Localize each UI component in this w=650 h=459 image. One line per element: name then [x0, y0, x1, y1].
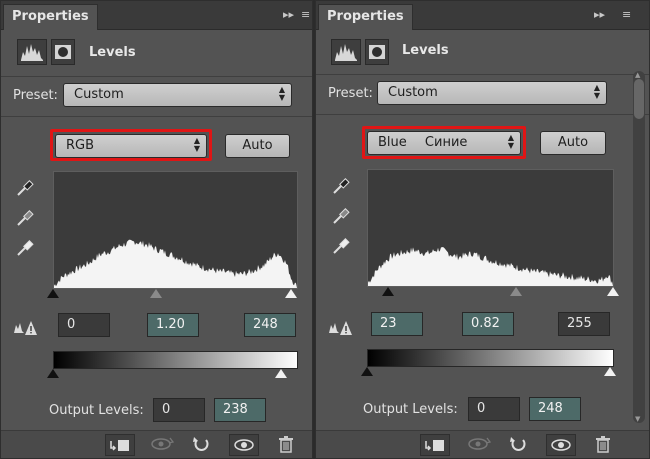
panel-footer — [316, 430, 649, 458]
clipping-warning-icon[interactable] — [13, 319, 37, 337]
channel-value: RGB — [66, 138, 95, 153]
input-levels-slider[interactable] — [47, 289, 305, 299]
adjustment-title: Levels — [402, 43, 449, 58]
divider — [316, 114, 649, 115]
black-point-handle[interactable] — [47, 289, 59, 298]
output-black-field[interactable]: 0 — [468, 397, 520, 421]
preset-value: Custom — [388, 85, 438, 100]
clip-to-layer-icon[interactable] — [105, 434, 135, 456]
output-levels-label: Output Levels: — [363, 402, 458, 417]
panel-tabbar: Properties ▸▸ ≡ — [1, 1, 312, 30]
toggle-visibility-icon[interactable] — [546, 434, 576, 456]
black-eyedropper-icon[interactable] — [16, 179, 34, 197]
clip-to-layer-icon[interactable] — [420, 434, 450, 456]
preset-label: Preset: — [328, 86, 373, 101]
scroll-thumb[interactable] — [634, 79, 644, 119]
output-levels-slider[interactable] — [47, 369, 305, 379]
preset-dropdown[interactable]: Custom ▲ ▼ — [63, 83, 292, 107]
panel-menu-icon[interactable]: ≡ — [622, 8, 631, 22]
reset-adjustment-icon[interactable] — [187, 434, 217, 456]
output-white-field[interactable]: 248 — [529, 397, 581, 421]
scroll-down-icon[interactable]: ▼ — [635, 415, 640, 423]
gray-eyedropper-icon[interactable] — [16, 209, 34, 227]
white-eyedropper-icon[interactable] — [332, 237, 350, 255]
output-black-field[interactable]: 0 — [153, 398, 205, 422]
updown-arrow-icon: ▲ ▼ — [193, 136, 200, 153]
trash-icon[interactable] — [271, 434, 301, 456]
reset-adjustment-icon[interactable] — [504, 434, 534, 456]
gamma-handle[interactable] — [150, 289, 162, 298]
histogram-graph — [54, 239, 297, 288]
panel-footer — [1, 430, 312, 458]
auto-button[interactable]: Auto — [540, 131, 606, 155]
preset-dropdown[interactable]: Custom ▲ ▼ — [377, 81, 607, 105]
input-black-field[interactable]: 23 — [371, 312, 423, 336]
preset-label: Preset: — [13, 88, 58, 103]
output-levels-slider[interactable] — [361, 367, 621, 377]
view-previous-state-icon[interactable] — [147, 434, 177, 456]
layer-mask-icon[interactable] — [365, 39, 389, 65]
preset-value: Custom — [74, 87, 124, 102]
tab-properties[interactable]: Properties — [3, 4, 98, 30]
input-white-field[interactable]: 255 — [558, 312, 610, 336]
divider — [316, 74, 649, 75]
divider — [1, 116, 312, 117]
updown-arrow-icon: ▲ ▼ — [593, 83, 600, 100]
input-white-field[interactable]: 248 — [244, 313, 296, 337]
panel-tabbar: Properties ▸▸ ≡ — [316, 1, 649, 30]
white-point-handle[interactable] — [607, 287, 619, 296]
input-gamma-field[interactable]: 1.20 — [147, 313, 199, 337]
gamma-handle[interactable] — [510, 287, 522, 296]
channel-value: Blue — [378, 135, 407, 150]
panel-menu-icon[interactable]: ≡ — [301, 8, 310, 22]
histogram-graph — [368, 247, 613, 286]
trash-icon[interactable] — [588, 434, 618, 456]
layer-mask-icon[interactable] — [51, 39, 75, 65]
output-levels-label: Output Levels: — [49, 403, 144, 418]
gray-eyedropper-icon[interactable] — [332, 207, 350, 225]
properties-panel-left: Properties ▸▸ ≡ Levels Preset: Custom ▲ ▼… — [0, 0, 313, 459]
input-black-field[interactable]: 0 — [58, 313, 110, 337]
panel-scrollbar[interactable]: ▲ ▼ — [633, 71, 645, 423]
black-eyedropper-icon[interactable] — [332, 177, 350, 195]
divider — [1, 76, 312, 77]
tab-properties[interactable]: Properties — [318, 4, 413, 30]
white-point-handle[interactable] — [285, 289, 297, 298]
scroll-up-icon[interactable]: ▲ — [635, 71, 640, 79]
histogram — [53, 171, 298, 289]
view-previous-state-icon[interactable] — [464, 434, 494, 456]
black-point-handle[interactable] — [382, 287, 394, 296]
channel-dropdown[interactable]: Blue Синие ▲ ▼ — [367, 131, 521, 155]
levels-adjustment-icon — [17, 39, 47, 65]
collapse-icon[interactable]: ▸▸ — [283, 8, 294, 22]
channel-dropdown[interactable]: RGB ▲ ▼ — [55, 134, 207, 158]
updown-arrow-icon: ▲ ▼ — [507, 133, 514, 150]
output-gradient-bar — [367, 349, 614, 367]
output-white-field[interactable]: 238 — [214, 398, 266, 422]
output-white-handle[interactable] — [604, 367, 616, 376]
toggle-visibility-icon[interactable] — [229, 434, 259, 456]
auto-button[interactable]: Auto — [225, 134, 290, 158]
input-levels-slider[interactable] — [382, 287, 634, 297]
output-white-handle[interactable] — [275, 369, 287, 378]
collapse-icon[interactable]: ▸▸ — [594, 8, 605, 22]
output-black-handle[interactable] — [361, 367, 373, 376]
output-black-handle[interactable] — [47, 369, 59, 378]
levels-adjustment-icon — [331, 39, 361, 65]
adjustment-title: Levels — [89, 45, 136, 60]
channel-annotation: Синие — [424, 135, 468, 150]
output-gradient-bar — [53, 351, 298, 369]
clipping-warning-icon[interactable] — [328, 319, 352, 337]
input-gamma-field[interactable]: 0.82 — [462, 312, 514, 336]
properties-panel-right: Properties ▸▸ ≡ Levels Preset: Custom ▲ ▼… — [315, 0, 650, 459]
white-eyedropper-icon[interactable] — [16, 239, 34, 257]
histogram — [367, 169, 614, 287]
updown-arrow-icon: ▲ ▼ — [278, 85, 285, 102]
